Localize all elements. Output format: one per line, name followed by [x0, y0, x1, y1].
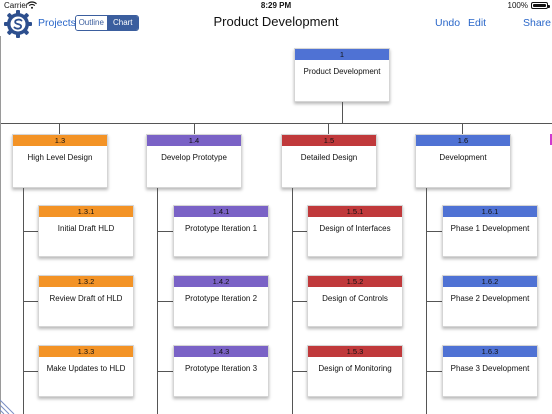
status-time: 8:29 PM: [260, 1, 292, 10]
wbs-node-task[interactable]: 1.5.1 Design of Interfaces: [307, 205, 403, 257]
node-title: Prototype Iteration 1: [184, 224, 258, 233]
node-title: Prototype Iteration 2: [184, 294, 258, 303]
connector-line: [1, 123, 552, 124]
connector-line: [23, 371, 38, 372]
connector-line: [194, 123, 195, 134]
status-bar: Carrier 8:29 PM 100%: [0, 0, 552, 12]
wbs-node-branch[interactable]: 1.6 Development: [415, 134, 511, 188]
wbs-node-task[interactable]: 1.5.2 Design of Controls: [307, 275, 403, 327]
connector-line: [157, 371, 173, 372]
wbs-node-root[interactable]: 1 Product Development: [294, 48, 390, 102]
wbs-chart[interactable]: 1 Product Development 1.3 High Level Des…: [0, 36, 552, 414]
wbs-node-task[interactable]: 1.4.1 Prototype Iteration 1: [173, 205, 269, 257]
node-id: 1.4: [147, 135, 241, 146]
node-title: Phase 2 Development: [450, 294, 530, 303]
node-id: 1.5: [282, 135, 376, 146]
node-id: 1.3.1: [39, 206, 133, 217]
node-id: 1.5.3: [308, 346, 402, 357]
node-title: High Level Design: [27, 153, 93, 162]
connector-line: [292, 301, 307, 302]
node-id: 1.3.2: [39, 276, 133, 287]
node-title: Initial Draft HLD: [57, 224, 115, 233]
node-id: 1: [295, 49, 389, 60]
node-id: 1.4.2: [174, 276, 268, 287]
undo-button[interactable]: Undo: [435, 17, 460, 29]
node-title: Design of Interfaces: [319, 224, 391, 233]
node-id: 1.6: [416, 135, 510, 146]
battery-percent: 100%: [507, 1, 528, 10]
wbs-node-task[interactable]: 1.4.2 Prototype Iteration 2: [173, 275, 269, 327]
node-title: Design of Monitoring: [318, 364, 392, 373]
node-title: Develop Prototype: [161, 153, 227, 162]
connector-line: [157, 301, 173, 302]
share-button[interactable]: Share: [523, 17, 551, 29]
connector-line: [462, 123, 463, 134]
wbs-node-task[interactable]: 1.3.3 Make Updates to HLD: [38, 345, 134, 397]
wbs-node-task[interactable]: 1.5.3 Design of Monitoring: [307, 345, 403, 397]
connector-line: [328, 123, 329, 134]
node-id: 1.5.1: [308, 206, 402, 217]
wbs-node-branch[interactable]: 1.4 Develop Prototype: [146, 134, 242, 188]
connector-line: [426, 231, 442, 232]
resize-handle-icon[interactable]: [0, 388, 28, 414]
node-id: 1.4.3: [174, 346, 268, 357]
wbs-node-task[interactable]: 1.6.3 Phase 3 Development: [442, 345, 538, 397]
node-id: 1.3: [13, 135, 107, 146]
connector-line: [23, 231, 38, 232]
wbs-node-task[interactable]: 1.3.2 Review Draft of HLD: [38, 275, 134, 327]
node-title: Review Draft of HLD: [49, 294, 123, 303]
node-id: 1.6.1: [443, 206, 537, 217]
node-id: 1.6.3: [443, 346, 537, 357]
connector-line: [426, 371, 442, 372]
wbs-node-task[interactable]: 1.6.2 Phase 2 Development: [442, 275, 538, 327]
edit-button[interactable]: Edit: [468, 17, 486, 29]
node-title: Make Updates to HLD: [46, 364, 126, 373]
wbs-node-task[interactable]: 1.3.1 Initial Draft HLD: [38, 205, 134, 257]
wbs-node-task[interactable]: 1.4.3 Prototype Iteration 3: [173, 345, 269, 397]
node-title: Prototype Iteration 3: [184, 364, 258, 373]
connector-line: [157, 231, 173, 232]
connector-line: [23, 301, 38, 302]
connector-line: [59, 123, 60, 134]
connector-line: [292, 231, 307, 232]
wbs-node-branch[interactable]: 1.5 Detailed Design: [281, 134, 377, 188]
wbs-node-task[interactable]: 1.6.1 Phase 1 Development: [442, 205, 538, 257]
wbs-node-branch[interactable]: 1.3 High Level Design: [12, 134, 108, 188]
connector-line: [292, 371, 307, 372]
node-id: 1.6.2: [443, 276, 537, 287]
node-title: Design of Controls: [322, 294, 388, 303]
connector-line: [426, 301, 442, 302]
node-title: Phase 3 Development: [450, 364, 530, 373]
node-title: Development: [439, 153, 487, 162]
battery-icon: [531, 2, 550, 9]
node-id: 1.4.1: [174, 206, 268, 217]
node-title: Detailed Design: [300, 153, 358, 162]
node-title: Phase 1 Development: [450, 224, 530, 233]
node-id: 1.5.2: [308, 276, 402, 287]
node-id: 1.3.3: [39, 346, 133, 357]
connector-line: [342, 102, 343, 123]
node-title: Product Development: [303, 67, 381, 76]
